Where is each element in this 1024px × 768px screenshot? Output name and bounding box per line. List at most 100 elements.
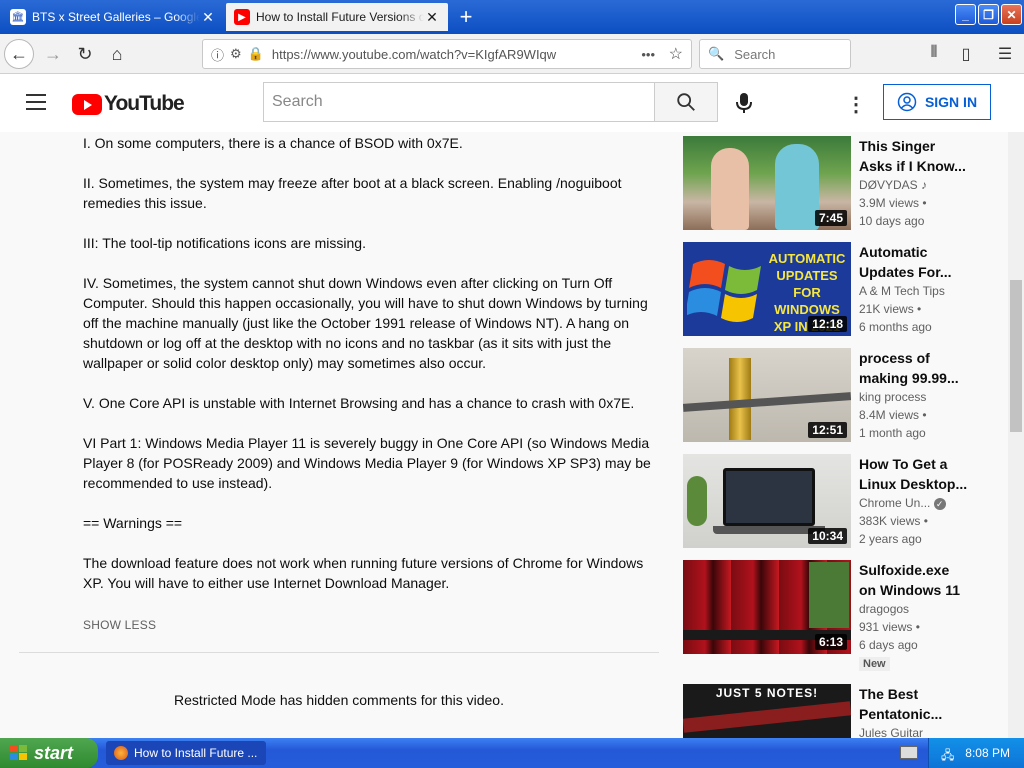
recommended-video[interactable]: AUTOMATIC UPDATES FOR WINDOWS XP IN 2021…	[683, 242, 983, 338]
bookmark-star-icon[interactable]: ☆	[669, 44, 683, 64]
video-duration: 7:45	[814, 210, 847, 226]
more-options-icon[interactable]: ⋮	[846, 92, 866, 117]
recommended-video[interactable]: JUST 5 NOTES! The Best Pentatonic... Jul…	[683, 684, 983, 738]
youtube-header: YouTube Search ⋮ SIGN IN	[0, 74, 1024, 132]
info-icon[interactable]: ⓘ	[211, 45, 224, 64]
description-paragraph: VI Part 1: Windows Media Player 11 is se…	[83, 435, 651, 491]
recommended-video[interactable]: 7:45 This Singer Asks if I Know... DØVYD…	[683, 136, 983, 232]
new-tab-icon[interactable]: +	[454, 4, 478, 30]
tab-bts-street-galleries[interactable]: 🏛 BTS x Street Galleries – Google Ar ✕	[2, 3, 224, 31]
account-icon	[897, 92, 917, 112]
tab-youtube-video[interactable]: ▶ How to Install Future Versions of Ch ✕	[226, 3, 448, 31]
windows-flag-icon	[10, 745, 27, 760]
description-paragraph: IV. Sometimes, the system cannot shut do…	[83, 275, 648, 371]
firefox-icon	[114, 746, 128, 760]
video-duration: 6:13	[814, 634, 847, 650]
channel-name[interactable]: DØVYDAS	[859, 178, 918, 192]
description-paragraph: I. On some computers, there is a chance …	[83, 135, 463, 151]
forward-icon[interactable]: →	[38, 39, 68, 69]
channel-name[interactable]: A & M Tech Tips	[859, 282, 969, 300]
video-title[interactable]: Sulfoxide.exe on Windows 11	[859, 560, 969, 600]
youtube-logo[interactable]: YouTube	[72, 92, 185, 116]
description-paragraph: The download feature does not work when …	[83, 555, 644, 591]
search-button[interactable]	[654, 82, 718, 122]
home-icon[interactable]: ⌂	[102, 39, 132, 69]
upload-age: 1 month ago	[859, 426, 926, 440]
description-paragraph: II. Sometimes, the system may freeze aft…	[83, 175, 622, 211]
verified-icon: ✓	[933, 498, 946, 510]
recommended-video[interactable]: 10:34 How To Get a Linux Desktop... Chro…	[683, 454, 983, 550]
browser-search-field[interactable]: 🔍 Search	[699, 39, 851, 69]
video-title[interactable]: How To Get a Linux Desktop...	[859, 454, 969, 494]
page-scrollbar[interactable]	[1008, 132, 1024, 738]
upload-age: 6 days ago	[859, 638, 918, 652]
upload-age: 6 months ago	[859, 320, 932, 334]
divider	[19, 652, 659, 653]
channel-name[interactable]: Jules Guitar	[859, 724, 969, 738]
channel-name[interactable]: Chrome Un...	[859, 496, 930, 510]
maximize-icon[interactable]: ❐	[978, 4, 999, 25]
video-duration: 10:34	[808, 528, 847, 544]
network-icon[interactable]: 🖧	[941, 746, 954, 767]
video-duration: 12:18	[808, 316, 847, 332]
sign-in-button[interactable]: SIGN IN	[883, 84, 991, 120]
page-actions-icon[interactable]: •••	[641, 47, 655, 62]
close-tab-icon[interactable]: ✕	[200, 9, 216, 26]
description-paragraph: == Warnings ==	[83, 515, 183, 531]
sidebar-icon[interactable]: ▯	[956, 44, 976, 64]
minimize-icon[interactable]: _	[955, 4, 976, 25]
channel-name[interactable]: dragogos	[859, 600, 969, 618]
video-thumbnail[interactable]: 12:51	[683, 348, 851, 442]
video-thumbnail[interactable]: 6:13	[683, 560, 851, 654]
microphone-icon[interactable]	[734, 92, 754, 114]
tab-title: How to Install Future Versions of Ch	[256, 10, 424, 24]
video-title[interactable]: This Singer Asks if I Know...	[859, 136, 969, 176]
video-duration: 12:51	[808, 422, 847, 438]
system-tray: 🖧 8:08 PM	[928, 738, 1024, 768]
video-title[interactable]: The Best Pentatonic...	[859, 684, 969, 724]
view-count: 21K views •	[859, 302, 922, 316]
close-tab-icon[interactable]: ✕	[424, 9, 440, 26]
video-title[interactable]: process of making 99.99...	[859, 348, 969, 388]
taskbar-firefox-window[interactable]: How to Install Future ...	[106, 741, 266, 765]
video-thumbnail[interactable]: 7:45	[683, 136, 851, 230]
browser-search-placeholder: Search	[734, 46, 776, 62]
recommended-video[interactable]: 6:13 Sulfoxide.exe on Windows 11 dragogo…	[683, 560, 983, 680]
video-thumbnail[interactable]: JUST 5 NOTES!	[683, 684, 851, 738]
upload-age: 2 years ago	[859, 532, 922, 546]
recommended-video[interactable]: 12:51 process of making 99.99... king pr…	[683, 348, 983, 444]
youtube-play-icon	[72, 93, 102, 115]
video-title[interactable]: Automatic Updates For...	[859, 242, 969, 282]
menu-icon[interactable]: ☰	[995, 44, 1015, 64]
url-text[interactable]: https://www.youtube.com/watch?v=KIgfAR9W…	[272, 47, 556, 62]
windows-xp-logo	[687, 260, 761, 322]
scrollbar-thumb[interactable]	[1010, 280, 1022, 432]
keyboard-icon[interactable]	[900, 746, 918, 759]
clock[interactable]: 8:08 PM	[965, 746, 1010, 760]
view-count: 931 views •	[859, 620, 920, 634]
browser-toolbar: ← → ↻ ⌂ ⓘ ⚙ 🔒 https://www.youtube.com/wa…	[0, 34, 1024, 74]
search-icon	[677, 93, 695, 111]
thumbnail-caption: JUST 5 NOTES!	[715, 686, 819, 700]
guide-menu-icon[interactable]	[26, 94, 46, 110]
sign-in-label: SIGN IN	[924, 94, 978, 110]
view-count: 8.4M views •	[859, 408, 927, 422]
channel-name[interactable]: king process	[859, 388, 969, 406]
back-icon[interactable]: ←	[4, 39, 34, 69]
show-less-button[interactable]: SHOW LESS	[83, 618, 156, 632]
url-bar[interactable]: ⓘ ⚙ 🔒 https://www.youtube.com/watch?v=KI…	[202, 39, 692, 69]
video-thumbnail[interactable]: 10:34	[683, 454, 851, 548]
music-note-icon: ♪	[921, 178, 928, 192]
youtube-icon: ▶	[234, 9, 250, 25]
start-button[interactable]: start	[0, 738, 98, 768]
upload-age: 10 days ago	[859, 214, 925, 228]
close-window-icon[interactable]: ✕	[1001, 4, 1022, 25]
video-thumbnail[interactable]: AUTOMATIC UPDATES FOR WINDOWS XP IN 2021…	[683, 242, 851, 336]
permissions-icon[interactable]: ⚙	[230, 46, 242, 62]
library-icon[interactable]: ⫴	[924, 44, 944, 64]
new-badge: New	[859, 657, 890, 671]
lock-icon: 🔒	[247, 46, 264, 61]
view-count: 383K views •	[859, 514, 928, 528]
youtube-search-input[interactable]: Search	[263, 82, 655, 122]
reload-icon[interactable]: ↻	[70, 39, 100, 69]
